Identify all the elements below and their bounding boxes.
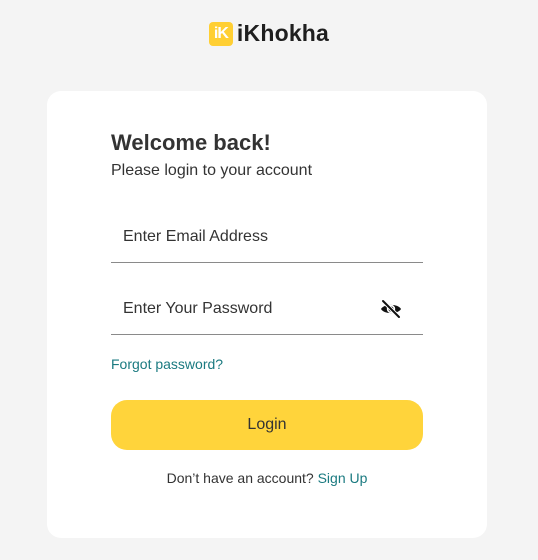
signup-row: Don’t have an account? Sign Up (47, 470, 487, 486)
password-field-container (111, 283, 423, 335)
brand-logo: iK iKhokha (0, 20, 538, 47)
email-input[interactable] (111, 211, 423, 262)
signup-prompt: Don’t have an account? (166, 470, 314, 486)
forgot-password-link[interactable]: Forgot password? (111, 356, 223, 372)
login-button[interactable]: Login (111, 400, 423, 450)
password-input[interactable] (111, 283, 423, 334)
eye-slash-icon[interactable] (379, 297, 403, 321)
brand-name: iKhokha (236, 20, 330, 46)
signup-link[interactable]: Sign Up (318, 470, 368, 486)
email-field-container (111, 211, 423, 263)
ikhokha-logo-icon: iK (208, 21, 233, 46)
login-card: Welcome back! Please login to your accou… (47, 91, 487, 538)
page-subtitle: Please login to your account (111, 162, 313, 179)
page-title: Welcome back! (111, 130, 271, 155)
